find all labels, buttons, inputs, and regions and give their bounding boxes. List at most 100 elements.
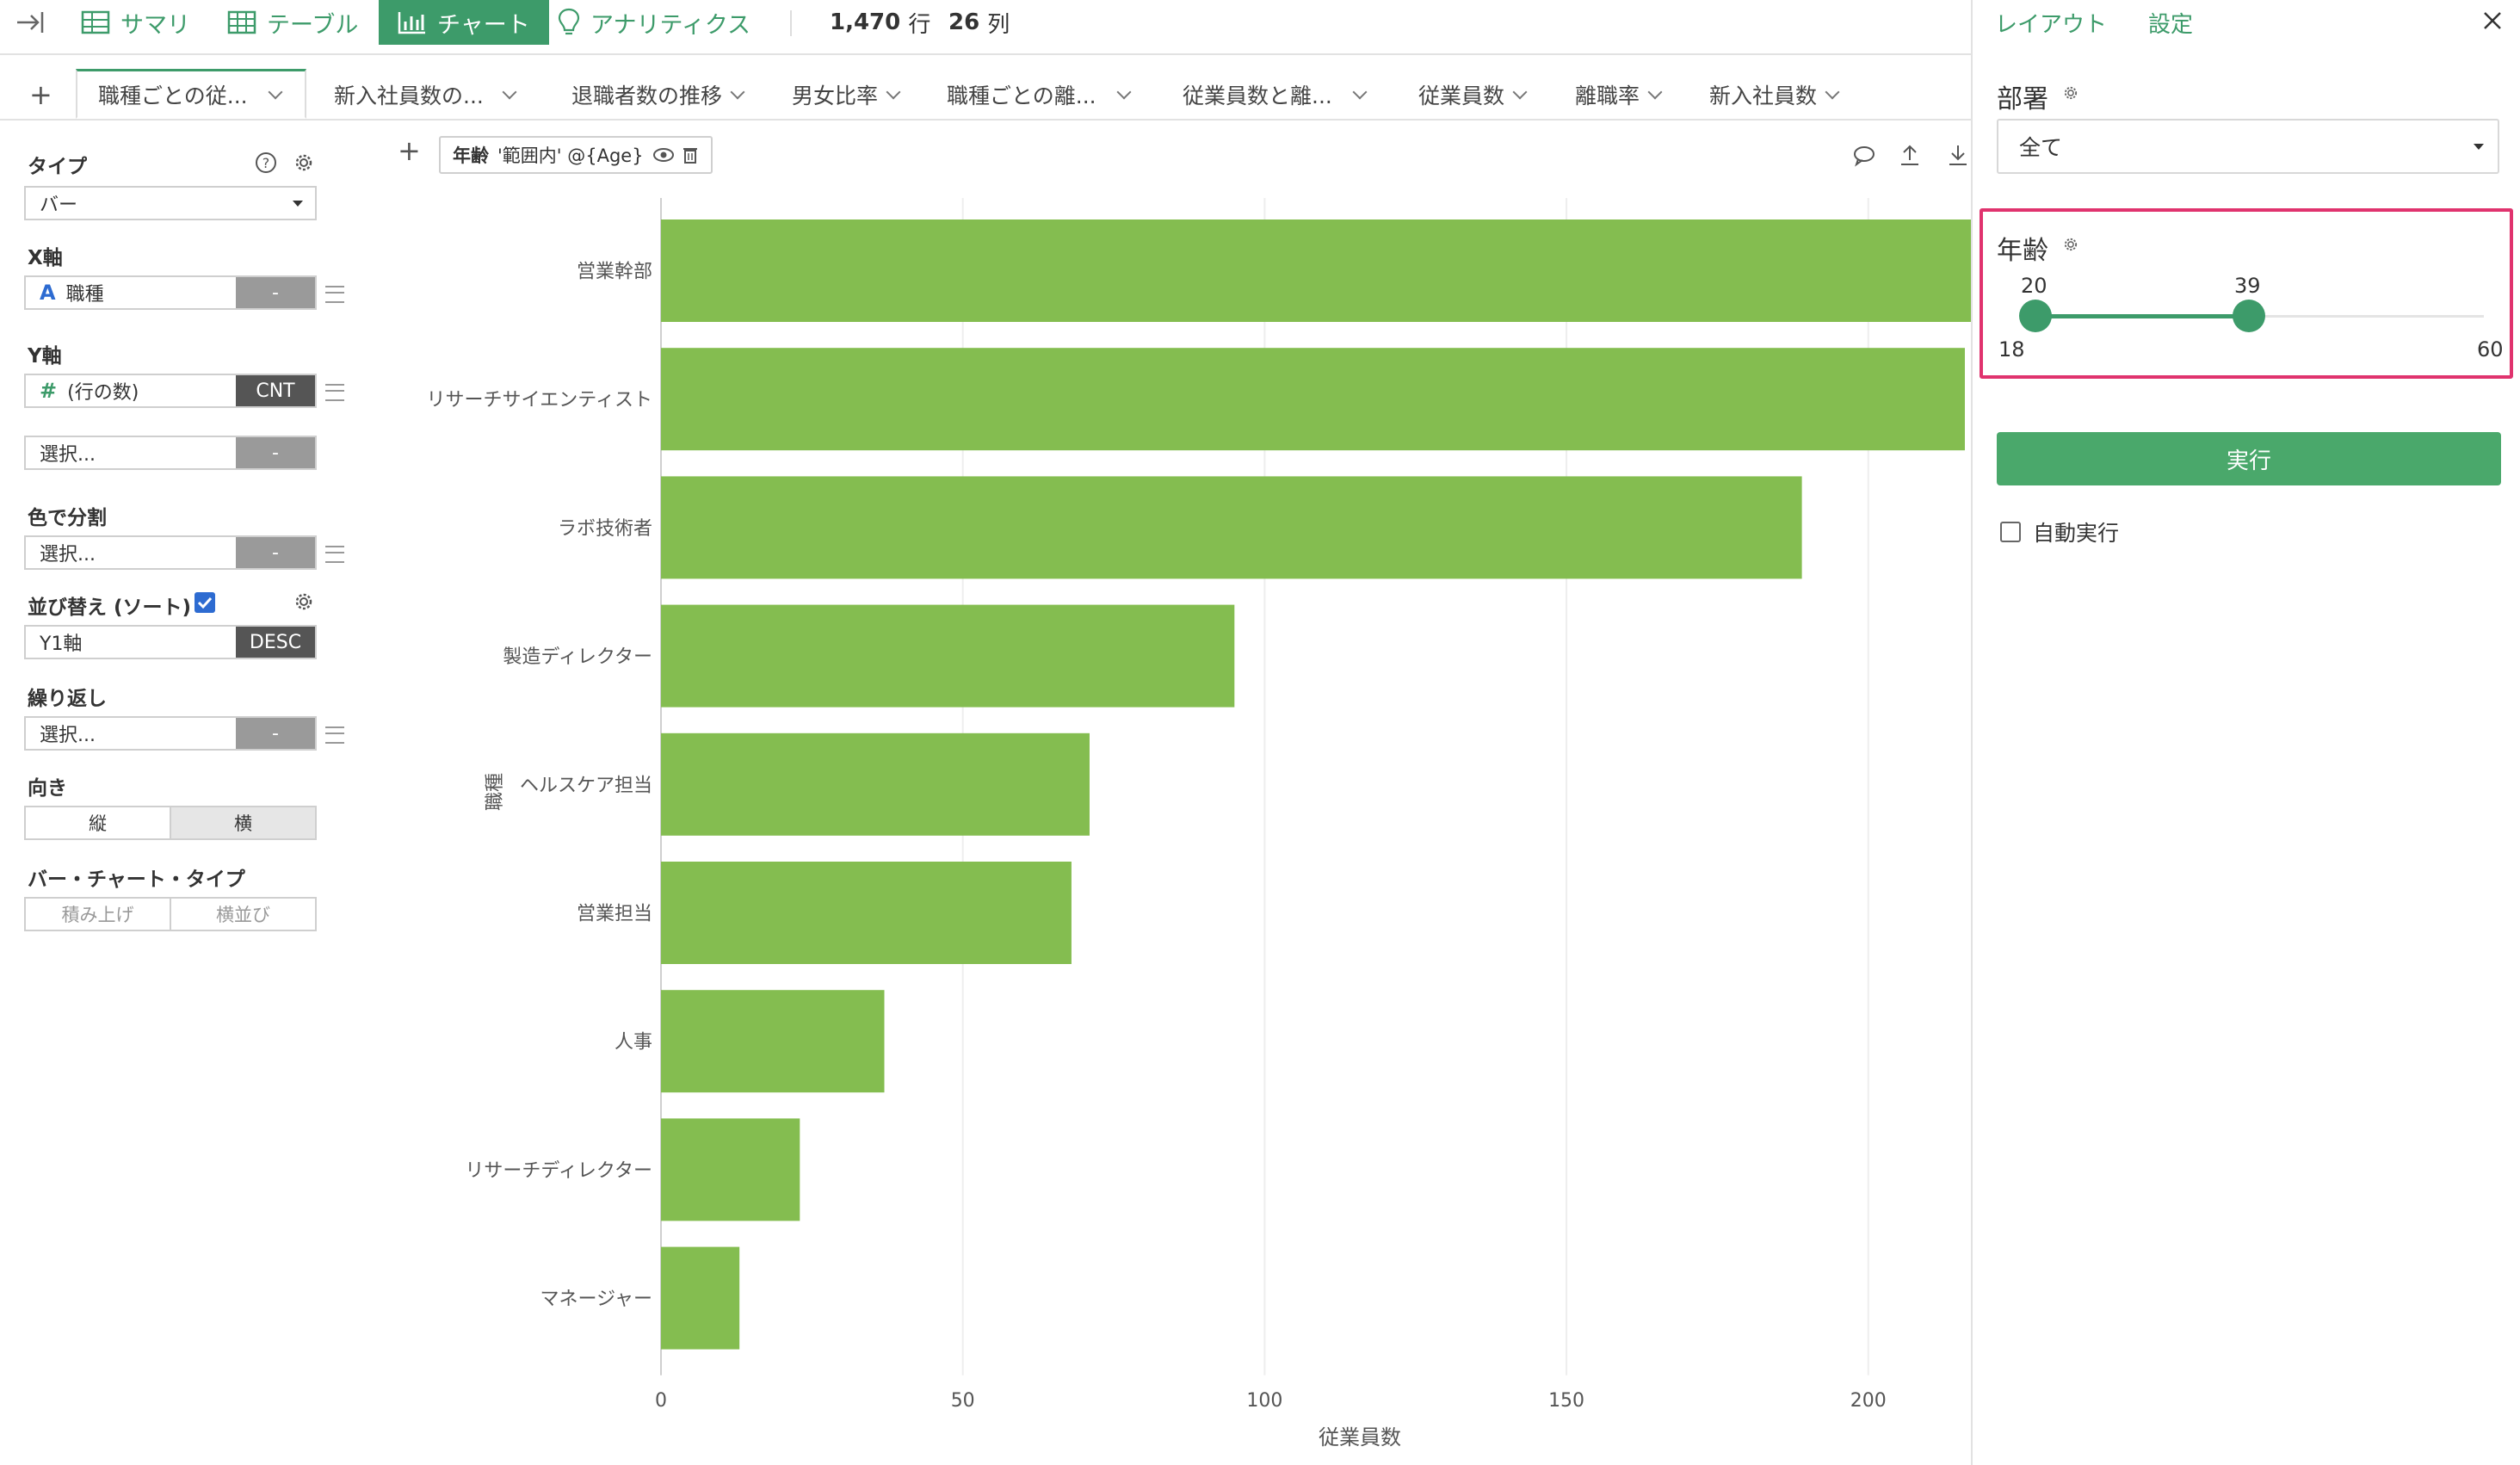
chevron-down-icon[interactable] (886, 84, 901, 100)
x-tick-label: 0 (655, 1390, 667, 1412)
x-axis-title: 従業員数 (1319, 1425, 1401, 1450)
number-type-icon: # (40, 379, 58, 403)
caret-down-icon (2474, 144, 2484, 150)
tab-label: 職種ごとの従... (98, 83, 248, 108)
table-tab[interactable]: テーブル (227, 0, 358, 45)
sort-value: Y1軸 (40, 634, 83, 655)
add-chart-button[interactable]: + (29, 71, 52, 119)
tab-label: 職種ごとの離... (947, 83, 1096, 108)
orientation-vertical-option[interactable]: 縦 (26, 807, 170, 838)
bar-type-stacked-option[interactable]: 積み上げ (26, 899, 170, 930)
repeat-field[interactable]: 選択... - (24, 716, 317, 751)
bar-chart-icon (398, 12, 425, 34)
drag-handle-icon[interactable] (325, 384, 344, 401)
tab-chart-9[interactable]: 新入社員数 (1709, 71, 1840, 119)
analytics-tab[interactable]: アナリティクス (558, 0, 750, 45)
x-axis-field[interactable]: A 職種 - (24, 275, 317, 310)
color-split-field[interactable]: 選択... - (24, 535, 317, 570)
tab-chart-5[interactable]: 職種ごとの離... (947, 71, 1132, 119)
run-button[interactable]: 実行 (1997, 432, 2501, 485)
sort-checkbox[interactable] (195, 592, 215, 613)
bar[interactable] (661, 990, 885, 1093)
y-axis-2-field[interactable]: 選択... - (24, 436, 317, 470)
chart-tab[interactable]: チャート (379, 0, 549, 45)
layout-link[interactable]: レイアウト (1995, 7, 2107, 39)
category-label: リサーチディレクター (465, 1160, 652, 1182)
trash-icon[interactable] (682, 145, 699, 164)
y-axis-agg-button[interactable]: CNT (236, 375, 315, 406)
chevron-down-icon[interactable] (1116, 84, 1132, 100)
bar[interactable] (661, 348, 1965, 451)
color-split-button[interactable]: - (236, 537, 315, 568)
tab-chart-2[interactable]: 新入社員数の... (334, 71, 517, 119)
gear-icon[interactable] (2062, 236, 2079, 257)
eye-icon[interactable] (652, 147, 675, 163)
comment-icon[interactable] (1852, 145, 1876, 170)
tab-chart-3[interactable]: 退職者数の推移 (571, 71, 745, 119)
checkbox-box[interactable] (2000, 522, 2021, 542)
tab-chart-4[interactable]: 男女比率 (792, 71, 901, 119)
slider-low-handle[interactable] (2019, 300, 2052, 332)
bar[interactable] (661, 732, 1090, 836)
color-split-label: 色で分割 (28, 507, 107, 529)
gear-icon[interactable] (2062, 84, 2079, 105)
sort-order-button[interactable]: DESC (236, 627, 315, 658)
bar[interactable] (661, 219, 1971, 322)
chart-type-select[interactable]: バー (24, 186, 317, 220)
slider-high-handle[interactable] (2233, 300, 2265, 332)
add-filter-button[interactable]: + (398, 134, 421, 167)
filter-chip[interactable]: 年齢 '範囲内' @{Age} (439, 136, 713, 174)
table-grid-icon (81, 10, 110, 34)
drag-handle-icon[interactable] (325, 286, 344, 303)
chevron-down-icon[interactable] (502, 84, 517, 100)
tab-label: 退職者数の推移 (571, 83, 723, 108)
table-label: テーブル (267, 11, 359, 39)
gear-icon[interactable] (293, 590, 315, 616)
text-type-icon: A (40, 281, 56, 305)
tab-chart-8[interactable]: 離職率 (1575, 71, 1663, 119)
bar[interactable] (661, 1246, 740, 1350)
auto-run-checkbox[interactable]: 自動実行 (2000, 516, 2119, 547)
bar[interactable] (661, 604, 1235, 708)
bar-type-grouped-option[interactable]: 横並び (170, 899, 315, 930)
orientation-label: 向き (28, 777, 67, 800)
chevron-down-icon[interactable] (730, 84, 745, 100)
category-label: リサーチサイエンティスト (427, 390, 652, 411)
drag-handle-icon[interactable] (325, 726, 344, 744)
chevron-down-icon[interactable] (1647, 84, 1663, 100)
bar-type-label: バー・チャート・タイプ (28, 868, 245, 891)
chevron-down-icon[interactable] (268, 84, 283, 99)
caret-down-icon (293, 201, 303, 207)
chevron-down-icon[interactable] (1825, 84, 1840, 100)
help-icon[interactable]: ? (255, 151, 277, 177)
bar[interactable] (661, 476, 1802, 579)
x-axis-label: X軸 (28, 247, 63, 269)
chevron-down-icon[interactable] (1352, 84, 1368, 100)
y-axis-label: Y軸 (28, 345, 62, 368)
bar[interactable] (661, 1118, 800, 1221)
chevron-down-icon[interactable] (1512, 84, 1528, 100)
bar[interactable] (661, 862, 1072, 964)
close-icon[interactable] (2482, 10, 2503, 34)
upload-icon[interactable] (1899, 143, 1921, 170)
drag-handle-icon[interactable] (325, 546, 344, 563)
sort-field[interactable]: Y1軸 DESC (24, 625, 317, 659)
tab-chart-6[interactable]: 従業員数と離... (1183, 71, 1368, 119)
repeat-button[interactable]: - (236, 718, 315, 749)
x-tick-label: 150 (1548, 1390, 1584, 1412)
tab-chart-7[interactable]: 従業員数 (1418, 71, 1528, 119)
collapse-right-icon[interactable] (15, 0, 55, 45)
orientation-horizontal-option[interactable]: 横 (170, 807, 315, 838)
y-axis-field[interactable]: # (行の数) CNT (24, 374, 317, 408)
category-label: ヘルスケア担当 (520, 775, 652, 796)
category-label: マネージャー (540, 1289, 652, 1310)
tab-chart-1[interactable]: 職種ごとの従... (76, 69, 306, 119)
download-icon[interactable] (1947, 143, 1969, 170)
summary-tab[interactable]: サマリ (81, 0, 190, 45)
settings-link[interactable]: 設定 (2148, 7, 2193, 39)
x-axis-agg-button[interactable]: - (236, 277, 315, 308)
department-select[interactable]: 全て (1997, 119, 2499, 174)
gear-icon[interactable] (293, 151, 315, 177)
column-count-value: 26 (948, 9, 980, 35)
y-axis-2-agg-button[interactable]: - (236, 437, 315, 468)
